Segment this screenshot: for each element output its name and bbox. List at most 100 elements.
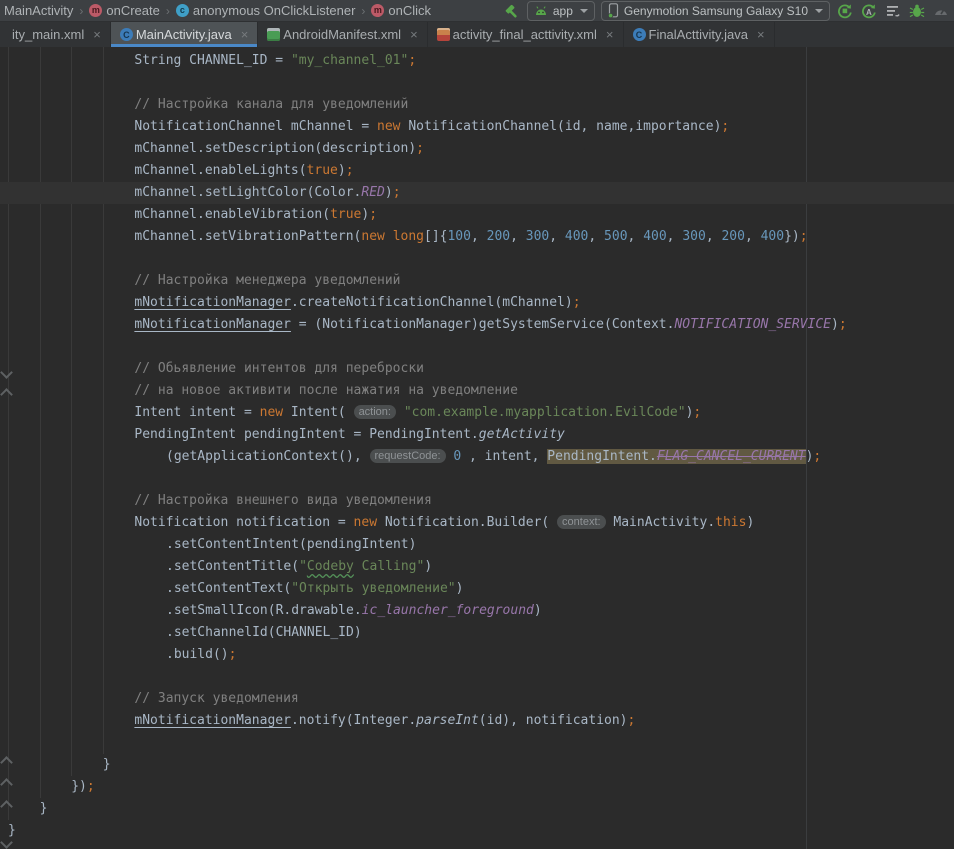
code-token: }): [784, 229, 800, 244]
code-token: ,: [510, 229, 526, 244]
close-tab-icon[interactable]: ×: [757, 28, 765, 41]
code-line[interactable]: // Настройка менеджера уведомлений: [0, 270, 954, 292]
code-token: ): [746, 515, 754, 530]
code-line[interactable]: mNotificationManager = (NotificationMana…: [0, 314, 954, 336]
code-token: ,: [549, 229, 565, 244]
toolbar-actions: app Genymotion Samsung Galaxy S10: [503, 1, 952, 21]
device-phone-icon: [608, 3, 619, 18]
code-line[interactable]: .build();: [0, 644, 954, 666]
code-token: // Обьявление интентов для переброски: [134, 361, 424, 376]
code-token: // Запуск уведомления: [134, 691, 298, 706]
code-token: NotificationChannel mChannel =: [134, 119, 377, 134]
code-area[interactable]: String CHANNEL_ID = "my_channel_01"; // …: [0, 47, 954, 842]
code-line[interactable]: mChannel.setVibrationPattern(new long[]{…: [0, 226, 954, 248]
java-class-icon: C: [120, 28, 133, 41]
apply-code-changes-icon[interactable]: [884, 2, 902, 20]
code-line[interactable]: }: [0, 754, 954, 776]
code-line[interactable]: [0, 72, 954, 94]
code-line[interactable]: // Обьявление интентов для переброски: [0, 358, 954, 380]
manifest-icon: [267, 28, 280, 41]
code-token: }: [8, 823, 16, 838]
close-tab-icon[interactable]: ×: [93, 28, 101, 41]
breadcrumb-label: anonymous OnClickListener: [193, 3, 356, 18]
code-token: 200: [721, 229, 744, 244]
breadcrumb-item-onclick[interactable]: monClick: [369, 3, 433, 18]
code-line[interactable]: // Настройка внешнего вида уведомления: [0, 490, 954, 512]
debug-app-icon[interactable]: [908, 2, 926, 20]
code-token: true: [330, 207, 361, 222]
code-token: Notification notification =: [134, 515, 353, 530]
code-token: ,: [745, 229, 761, 244]
device-selector[interactable]: Genymotion Samsung Galaxy S10: [601, 1, 830, 21]
tab-MainActivity.java[interactable]: CMainActivity.java×: [111, 22, 258, 47]
apply-changes-icon[interactable]: A: [860, 2, 878, 20]
profile-app-icon[interactable]: [932, 2, 950, 20]
code-token: getActivity: [479, 427, 565, 442]
code-line[interactable]: mChannel.enableLights(true);: [0, 160, 954, 182]
code-line[interactable]: }: [0, 820, 954, 842]
tab-FinalActtivity.java[interactable]: CFinalActtivity.java×: [624, 22, 775, 47]
code-line[interactable]: (getApplicationContext(), requestCode: 0…: [0, 446, 954, 468]
code-line[interactable]: String CHANNEL_ID = "my_channel_01";: [0, 50, 954, 72]
code-line[interactable]: [0, 336, 954, 358]
code-line[interactable]: Intent intent = new Intent( action: "com…: [0, 402, 954, 424]
code-line[interactable]: .setContentText("Открыть уведомление"): [0, 578, 954, 600]
code-token: ;: [800, 229, 808, 244]
code-line[interactable]: mNotificationManager.notify(Integer.pars…: [0, 710, 954, 732]
tab-activity_final_acttivity.xml[interactable]: activity_final_acttivity.xml×: [428, 22, 624, 47]
code-line[interactable]: [0, 248, 954, 270]
method-icon: m: [89, 4, 102, 17]
code-token: 400: [643, 229, 666, 244]
code-line[interactable]: });: [0, 776, 954, 798]
breadcrumb-item-anonymous-onclicklistener[interactable]: canonymous OnClickListener: [174, 3, 358, 18]
code-line[interactable]: [0, 468, 954, 490]
code-line[interactable]: // Запуск уведомления: [0, 688, 954, 710]
code-line[interactable]: .setContentIntent(pendingIntent): [0, 534, 954, 556]
code-line[interactable]: }: [0, 798, 954, 820]
breadcrumb-separator: ›: [79, 4, 83, 18]
code-line[interactable]: mChannel.setLightColor(Color.RED);: [0, 182, 954, 204]
breadcrumb-item-oncreate[interactable]: monCreate: [87, 3, 161, 18]
code-line[interactable]: mChannel.enableVibration(true);: [0, 204, 954, 226]
code-line[interactable]: NotificationChannel mChannel = new Notif…: [0, 116, 954, 138]
run-config-selector[interactable]: app: [527, 1, 595, 21]
code-line[interactable]: .setChannelId(CHANNEL_ID): [0, 622, 954, 644]
breadcrumb-item-mainactivity[interactable]: MainActivity: [2, 3, 75, 18]
code-line[interactable]: PendingIntent pendingIntent = PendingInt…: [0, 424, 954, 446]
code-token: ic_launcher_foreground: [362, 603, 534, 618]
close-tab-icon[interactable]: ×: [241, 28, 249, 41]
code-token: this: [715, 515, 746, 530]
code-line[interactable]: // на новое активити после нажатия на ув…: [0, 380, 954, 402]
code-editor[interactable]: String CHANNEL_ID = "my_channel_01"; // …: [0, 47, 954, 849]
code-token: "my_channel_01": [291, 53, 408, 68]
breadcrumb-separator: ›: [166, 4, 170, 18]
code-line[interactable]: [0, 666, 954, 688]
code-line[interactable]: mChannel.setDescription(description);: [0, 138, 954, 160]
build-hammer-icon[interactable]: [503, 2, 521, 20]
code-token: ;: [393, 185, 401, 200]
code-line[interactable]: mNotificationManager.createNotificationC…: [0, 292, 954, 314]
code-token: .build(): [166, 647, 229, 662]
close-tab-icon[interactable]: ×: [410, 28, 418, 41]
code-token: ): [534, 603, 542, 618]
code-line[interactable]: Notification notification = new Notifica…: [0, 512, 954, 534]
code-token: 200: [487, 229, 510, 244]
code-line[interactable]: .setContentTitle("Codeby Calling"): [0, 556, 954, 578]
tab-AndroidManifest.xml[interactable]: AndroidManifest.xml×: [258, 22, 427, 47]
close-tab-icon[interactable]: ×: [606, 28, 614, 41]
main-toolbar: MainActivity › monCreate › canonymous OnClic…: [0, 0, 954, 22]
code-token: ;: [813, 449, 821, 464]
code-token: mChannel.setLightColor(Color.: [134, 185, 361, 200]
code-token: 300: [526, 229, 549, 244]
code-line[interactable]: [0, 732, 954, 754]
code-token: ,: [471, 229, 487, 244]
code-token: ;: [721, 119, 729, 134]
code-line[interactable]: .setSmallIcon(R.drawable.ic_launcher_for…: [0, 600, 954, 622]
tab-ity_main.xml[interactable]: ity_main.xml×: [0, 22, 111, 47]
code-token: ;: [416, 141, 424, 156]
code-token: ;: [573, 295, 581, 310]
code-token: "Открыть уведомление": [291, 581, 455, 596]
code-line[interactable]: // Настройка канала для уведомлений: [0, 94, 954, 116]
rerun-app-icon[interactable]: [836, 2, 854, 20]
code-token: // Настройка менеджера уведомлений: [134, 273, 400, 288]
